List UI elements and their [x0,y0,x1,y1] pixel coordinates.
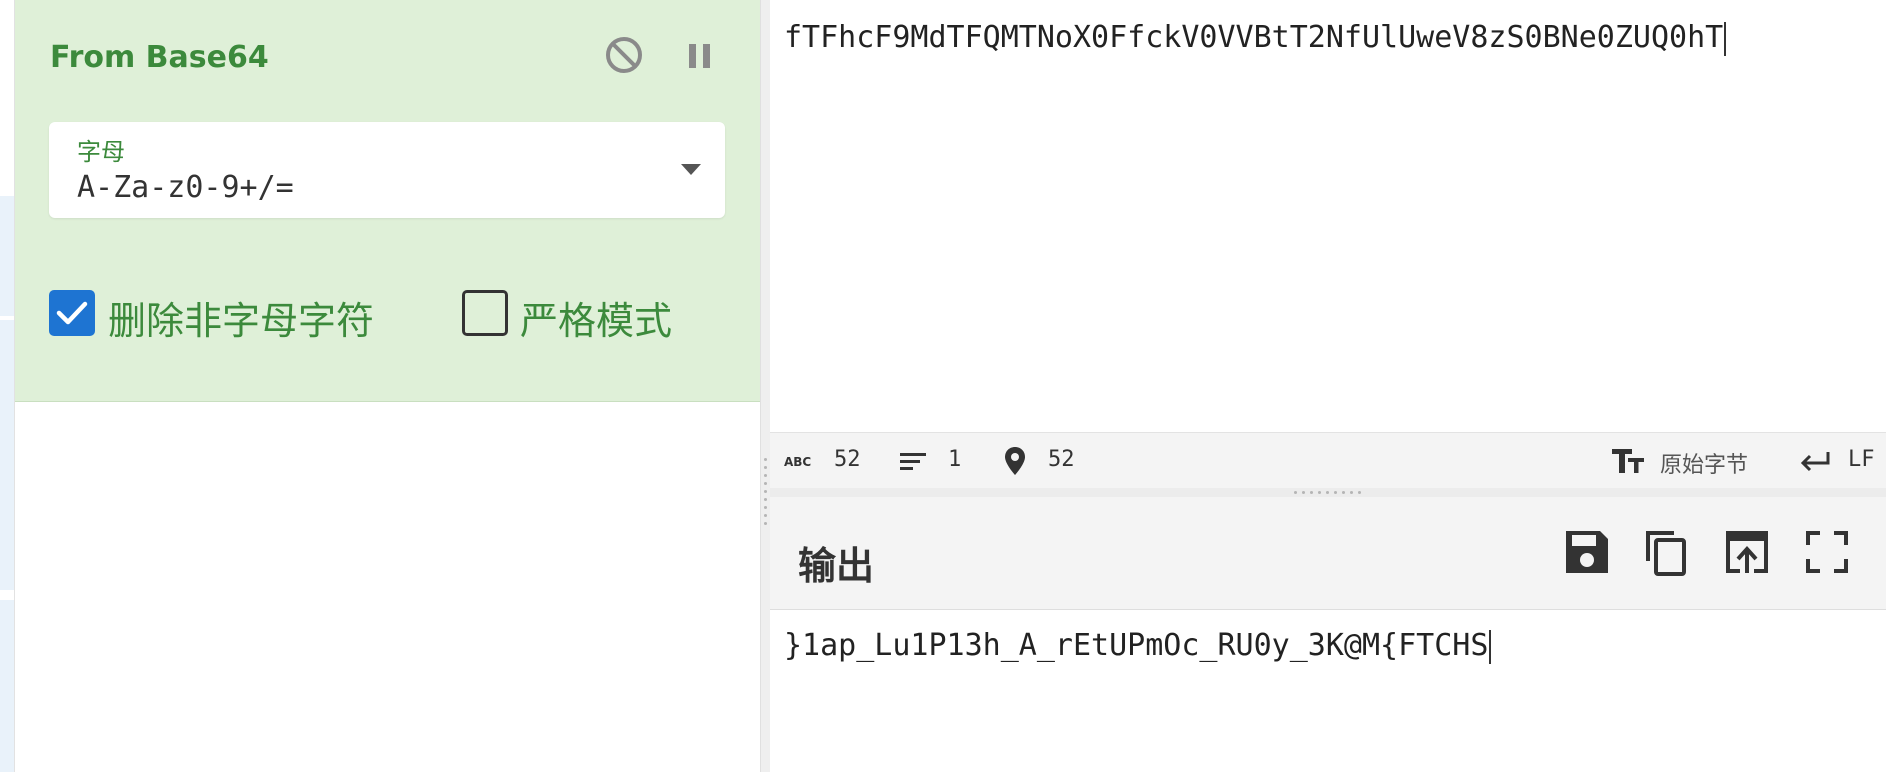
output-title: 输出 [798,544,875,588]
return-arrow-icon[interactable] [1798,449,1832,473]
eol-label[interactable]: LF [1848,447,1875,472]
location-pin-icon [1005,447,1025,475]
checkmark-icon [56,301,88,325]
abc-icon: ABC [784,455,811,469]
recipe-panel: From Base64 字母 A-Za-z0-9+/= 删除非字母字符 严格模式 [15,0,760,772]
save-icon[interactable] [1562,527,1612,577]
output-text-line: }1ap_Lu1P13h_A_rEtUPmOc_RU0y_3K@M{FTCHS [784,628,1492,664]
alphabet-value: A-Za-z0-9+/= [77,170,294,205]
alphabet-label: 字母 [77,138,125,166]
text-cursor [1724,21,1727,56]
input-position: 52 [1048,447,1075,472]
lines-icon [900,453,926,470]
move-to-input-icon[interactable] [1722,527,1772,577]
remove-non-alphabet-checkbox[interactable] [49,290,95,336]
operation-card: From Base64 字母 A-Za-z0-9+/= 删除非字母字符 严格模式 [15,0,760,402]
output-header: 输出 [770,497,1886,610]
copy-icon[interactable] [1642,527,1692,577]
input-length: 52 [834,447,861,472]
remove-non-alphabet-label[interactable]: 删除非字母字符 [108,290,374,345]
text-cursor [1489,629,1492,664]
svg-text:ABC: ABC [784,455,811,469]
output-text: }1ap_Lu1P13h_A_rEtUPmOc_RU0y_3K@M{FTCHS [784,628,1489,663]
input-textarea[interactable]: fTFhcF9MdTFQMTNoX0FfckV0VVBtT2NfUlUweV8z… [770,0,1886,432]
disable-icon[interactable] [603,34,645,76]
strict-mode-checkbox[interactable] [462,290,508,336]
input-status-bar: ABC 52 1 52 原始字节 LF [770,432,1886,489]
text-size-icon[interactable] [1610,447,1646,475]
alphabet-select[interactable]: 字母 A-Za-z0-9+/= [49,122,725,218]
fullscreen-icon[interactable] [1802,527,1852,577]
input-text: fTFhcF9MdTFQMTNoX0FfckV0VVBtT2NfUlUweV8z… [784,20,1724,55]
recipe-panel-edge [0,0,15,772]
input-text-line: fTFhcF9MdTFQMTNoX0FfckV0VVBtT2NfUlUweV8z… [784,20,1727,56]
io-resizer[interactable] [770,488,1886,497]
operation-title: From Base64 [50,40,269,75]
output-textarea[interactable]: }1ap_Lu1P13h_A_rEtUPmOc_RU0y_3K@M{FTCHS [770,610,1886,772]
strict-mode-label[interactable]: 严格模式 [520,290,672,345]
encoding-label[interactable]: 原始字节 [1660,447,1748,479]
chevron-down-icon[interactable] [681,164,701,175]
pause-icon[interactable] [680,36,720,76]
input-lines: 1 [948,447,962,472]
